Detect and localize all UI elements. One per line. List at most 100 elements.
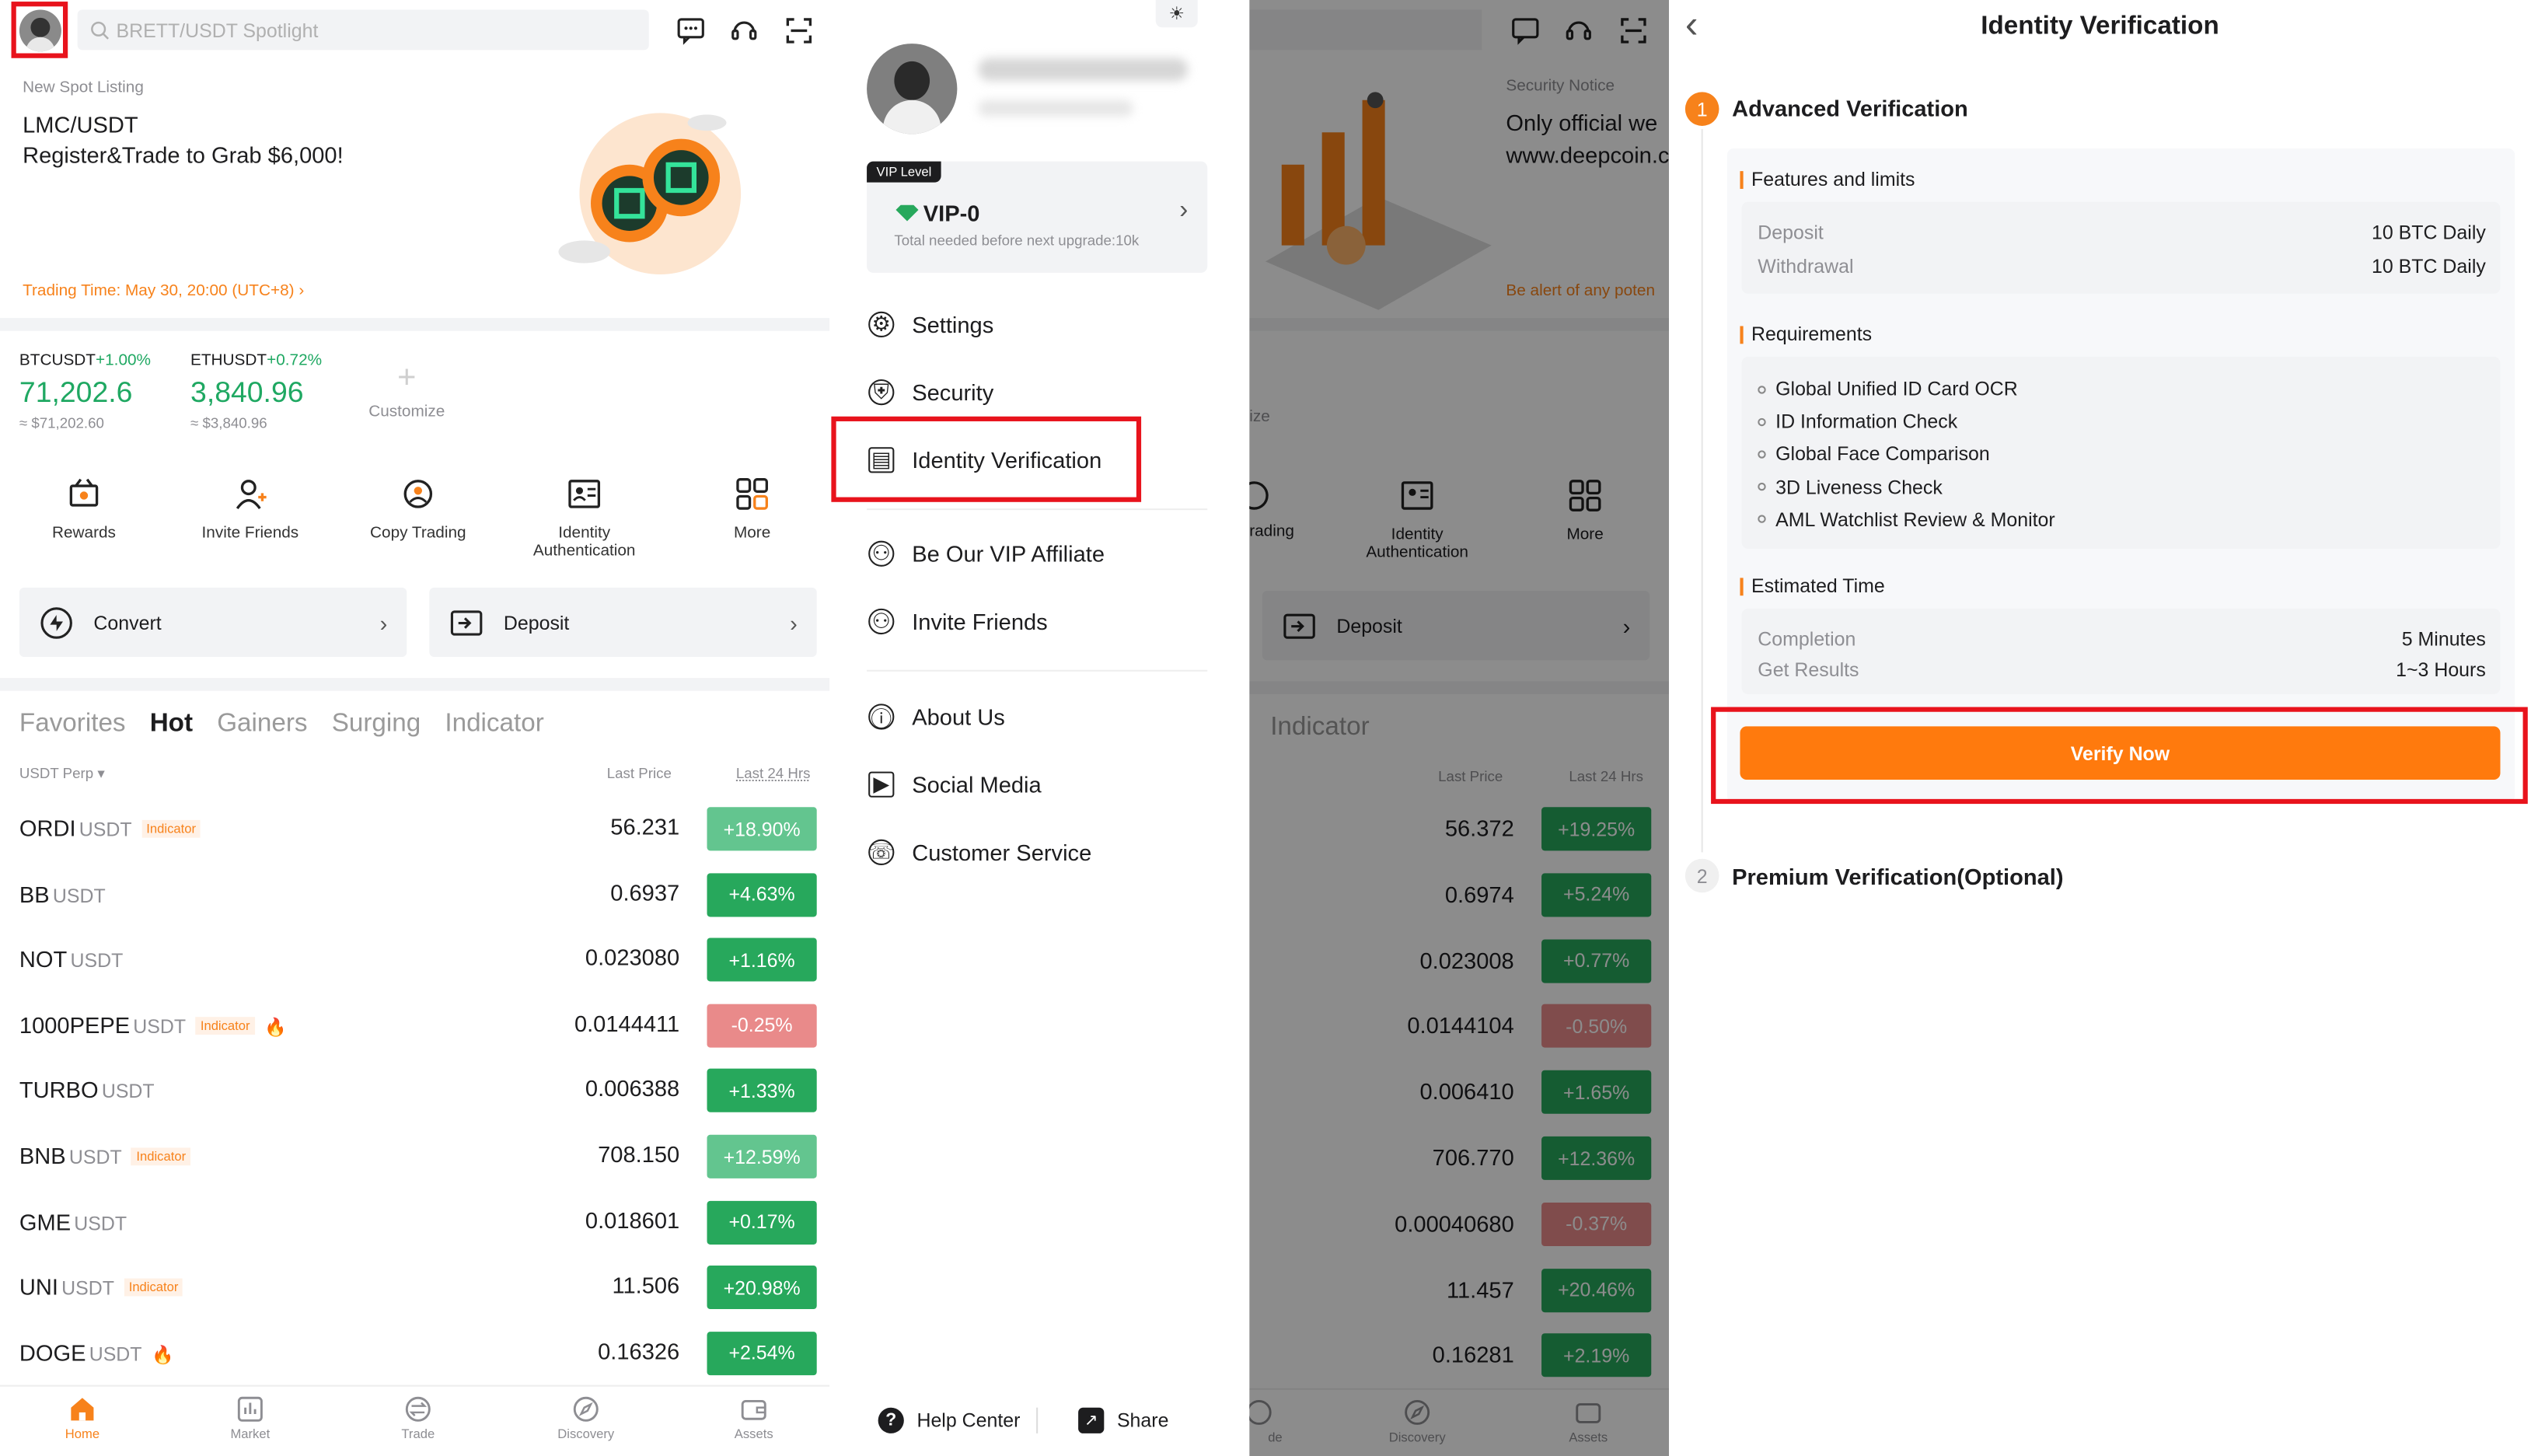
pair-base: BNB — [19, 1143, 66, 1169]
nav-trade[interactable]: Trade — [370, 1395, 467, 1441]
quick-action-rewards[interactable]: Rewards — [12, 477, 157, 543]
bullet-circle-icon — [1758, 450, 1766, 459]
section-divider — [0, 678, 830, 691]
features-label: Features and limits — [1740, 168, 1915, 190]
section-divider — [0, 318, 830, 331]
tab-surging[interactable]: Surging — [332, 711, 421, 739]
verify-now-highlight — [1711, 707, 2528, 805]
banner-coin-illustration — [558, 113, 742, 275]
customize-button[interactable]: + Customize — [365, 361, 449, 421]
vip-card[interactable]: VIP Level VIP-0 Total needed before next… — [867, 161, 1208, 273]
pair-symbol: BB USDT — [19, 881, 106, 906]
pair-symbol: NOT USDT — [19, 946, 123, 972]
pair-base: NOT — [19, 946, 68, 972]
quick-action-copy-trading[interactable]: Copy Trading — [345, 477, 490, 543]
headset-icon[interactable] — [730, 16, 759, 45]
listing-promo[interactable]: Register&Trade to Grab $6,000! — [23, 142, 344, 168]
trade-icon — [405, 1396, 431, 1422]
menu-item-settings[interactable]: ⚙ Settings — [868, 311, 994, 337]
home-icon — [71, 1398, 94, 1421]
page-title: Identity Verification — [1981, 12, 2219, 40]
change-badge[interactable]: +0.17% — [707, 1200, 817, 1245]
menu-item-be-our-vip-affiliate[interactable]: ⚇ Be Our VIP Affiliate — [868, 540, 1105, 567]
requirement-item: 3D Liveness Check — [1758, 476, 1943, 498]
scan-icon[interactable] — [784, 16, 813, 45]
customer-service-icon: ☏ — [868, 839, 895, 866]
ticker-btc[interactable]: BTCUSDT+1.00% 71,202.6 ≈ $71,202.60 — [19, 352, 151, 431]
pair-quote: USDT — [133, 1014, 187, 1038]
help-center-button[interactable]: ? Help Center — [878, 1407, 1020, 1433]
convert-button[interactable]: Convert › — [19, 587, 407, 658]
dim-overlay[interactable] — [1249, 0, 1670, 1456]
change-badge[interactable]: +18.90% — [707, 807, 817, 851]
menu-item-label: About Us — [912, 704, 1005, 730]
change-badge[interactable]: +20.98% — [707, 1266, 817, 1310]
quick-action-identity-authentication[interactable]: Identity Authentication — [511, 477, 657, 560]
ticker-pair: BTCUSDT — [19, 351, 96, 370]
pair-base: UNI — [19, 1273, 59, 1300]
change-badge[interactable]: +1.16% — [707, 937, 817, 982]
nav-assets[interactable]: Assets — [705, 1395, 802, 1441]
change-badge[interactable]: +2.54% — [707, 1331, 817, 1375]
col-last-24h[interactable]: Last 24 Hrs — [736, 765, 811, 781]
message-icon[interactable] — [676, 16, 705, 45]
drawer-avatar[interactable] — [867, 44, 958, 134]
trading-time[interactable]: Trading Time: May 30, 20:00 (UTC+8) › — [23, 282, 304, 300]
menu-item-about-us[interactable]: ⓘ About Us — [868, 704, 1005, 731]
ticker-price: 3,840.96 — [190, 375, 304, 409]
menu-item-label: Settings — [912, 311, 994, 337]
tab-hot[interactable]: Hot — [150, 711, 193, 739]
menu-item-label: Social Media — [912, 771, 1042, 798]
affiliate-icon: ⚇ — [868, 540, 895, 567]
bullet-circle-icon — [1758, 385, 1766, 393]
menu-item-invite-friends[interactable]: ⚇ Invite Friends — [868, 608, 1048, 635]
menu-item-label: Security — [912, 379, 994, 406]
results-value: 1~3 Hours — [2396, 658, 2486, 682]
change-badge[interactable]: +12.59% — [707, 1134, 817, 1178]
quick-action-invite-friends[interactable]: Invite Friends — [177, 477, 323, 543]
menu-item-security[interactable]: ⛨ Security — [868, 379, 994, 406]
pair-symbol: ORDI USDT Indicator — [19, 815, 201, 841]
composite-stage: BRETT/USDT Spotlight New Spot Listing LM… — [0, 0, 2531, 1456]
quick-action-more[interactable]: More — [679, 477, 825, 543]
nav-home[interactable]: Home — [34, 1395, 131, 1441]
plus-icon: + — [397, 360, 417, 396]
time-label: Estimated Time — [1740, 574, 1885, 597]
ticker-pair: ETHUSDT — [190, 351, 267, 370]
pair-quote: USDT — [52, 884, 106, 907]
step2-title[interactable]: Premium Verification(Optional) — [1732, 864, 2063, 889]
search-input[interactable]: BRETT/USDT Spotlight — [77, 9, 649, 51]
pair-quote: USDT — [101, 1080, 155, 1104]
indicator-badge: Indicator — [195, 1016, 255, 1035]
last-price: 708.150 — [598, 1141, 680, 1168]
avatar-highlight — [11, 2, 68, 58]
search-placeholder: BRETT/USDT Spotlight — [116, 18, 319, 41]
completion-label: Completion — [1758, 627, 1856, 651]
section-marker — [1740, 325, 1744, 344]
menu-item-customer-service[interactable]: ☏ Customer Service — [868, 839, 1091, 866]
tab-gainers[interactable]: Gainers — [217, 711, 307, 739]
share-button[interactable]: ↗ Share — [1078, 1407, 1169, 1433]
menu-divider — [867, 508, 1208, 511]
pair-symbol: UNI USDT Indicator — [19, 1274, 183, 1300]
gear-icon: ⚙ — [868, 311, 895, 337]
menu-item-social-media[interactable]: ▶ Social Media — [868, 771, 1042, 798]
change-badge[interactable]: +1.33% — [707, 1069, 817, 1113]
nav-label: Discovery — [557, 1426, 615, 1442]
sun-icon[interactable]: ☀ — [1155, 0, 1198, 28]
deposit-button[interactable]: Deposit › — [429, 587, 817, 658]
pair-base: GME — [19, 1208, 72, 1234]
ticker-eth[interactable]: ETHUSDT+0.72% 3,840.96 ≈ $3,840.96 — [190, 352, 322, 431]
change-badge[interactable]: -0.25% — [707, 1004, 817, 1048]
change-badge[interactable]: +4.63% — [707, 872, 817, 917]
requirement-text: Global Unified ID Card OCR — [1775, 377, 2018, 400]
share-label: Share — [1116, 1409, 1169, 1432]
nav-discovery[interactable]: Discovery — [537, 1395, 634, 1441]
nav-market[interactable]: Market — [202, 1395, 299, 1441]
quick-action-label: Copy Trading — [370, 524, 466, 543]
usdt-perp-filter[interactable]: USDT Perp ▾ — [19, 765, 105, 783]
tab-indicator[interactable]: Indicator — [445, 711, 543, 739]
invite-friends-icon: ⚇ — [868, 608, 895, 635]
tab-favorites[interactable]: Favorites — [19, 711, 126, 739]
ticker-change: +1.00% — [96, 351, 152, 370]
